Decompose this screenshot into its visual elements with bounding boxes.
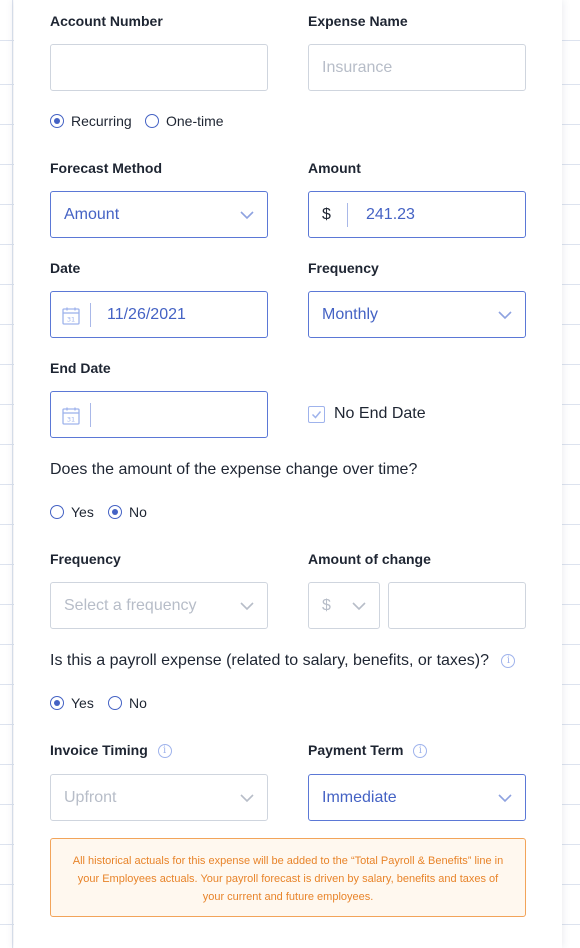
forecast-method-select[interactable]: Amount xyxy=(50,191,268,238)
radio-selected-icon xyxy=(50,696,64,710)
invoice-timing-select[interactable]: Upfront xyxy=(50,774,268,821)
invoice-timing-label: Invoice Timing i xyxy=(50,742,172,759)
radio-unselected-icon xyxy=(108,696,122,710)
change-frequency-label: Frequency xyxy=(50,551,121,567)
radio-selected-icon xyxy=(108,505,122,519)
svg-text:31: 31 xyxy=(67,316,75,324)
invoice-timing-label-text: Invoice Timing xyxy=(50,742,148,758)
expense-name-input[interactable]: Insurance xyxy=(308,44,526,91)
recurring-label: Recurring xyxy=(71,113,132,129)
onetime-radio[interactable]: One-time xyxy=(145,113,224,129)
change-yes-radio[interactable]: Yes xyxy=(50,504,94,520)
amount-value: 241.23 xyxy=(366,205,415,223)
date-value: 11/26/2021 xyxy=(107,305,186,323)
payroll-question-text: Is this a payroll expense (related to sa… xyxy=(50,652,490,669)
bg-col-line xyxy=(12,0,13,948)
amount-of-change-label: Amount of change xyxy=(308,551,431,567)
calendar-icon: 31 xyxy=(61,406,81,426)
invoice-timing-value: Upfront xyxy=(64,788,117,806)
info-icon[interactable]: i xyxy=(157,744,172,759)
end-date-input[interactable]: 31 xyxy=(50,391,268,438)
input-divider xyxy=(90,303,91,327)
forecast-method-label: Forecast Method xyxy=(50,160,163,176)
payroll-no-radio[interactable]: No xyxy=(108,695,147,711)
currency-symbol: $ xyxy=(322,205,331,223)
chevron-down-icon xyxy=(239,210,255,220)
chevron-down-icon xyxy=(497,793,513,803)
frequency-label: Frequency xyxy=(308,260,379,276)
input-divider xyxy=(347,203,348,227)
frequency-select[interactable]: Monthly xyxy=(308,291,526,338)
change-frequency-placeholder: Select a frequency xyxy=(64,596,197,614)
checkbox-checked-icon xyxy=(308,405,325,423)
chevron-down-icon xyxy=(239,793,255,803)
date-label: Date xyxy=(50,260,81,276)
no-end-date-label: No End Date xyxy=(334,405,426,422)
info-icon[interactable]: i xyxy=(413,744,428,759)
payroll-yes-radio[interactable]: Yes xyxy=(50,695,94,711)
no-end-date-checkbox[interactable]: No End Date xyxy=(308,405,426,423)
change-unit-select[interactable]: $ xyxy=(308,582,380,629)
calendar-icon: 31 xyxy=(61,306,81,326)
no-label: No xyxy=(129,504,147,520)
svg-text:31: 31 xyxy=(67,416,75,424)
payment-term-select[interactable]: Immediate xyxy=(308,774,526,821)
info-icon[interactable]: i xyxy=(501,653,516,668)
amount-input[interactable]: $ 241.23 xyxy=(308,191,526,238)
radio-selected-icon xyxy=(50,114,64,128)
change-no-radio[interactable]: No xyxy=(108,504,147,520)
yes-label: Yes xyxy=(71,695,94,711)
change-question: Does the amount of the expense change ov… xyxy=(50,461,418,478)
radio-unselected-icon xyxy=(145,114,159,128)
amount-label: Amount xyxy=(308,160,361,176)
payroll-notice: All historical actuals for this expense … xyxy=(50,838,526,917)
chevron-down-icon xyxy=(497,310,513,320)
input-divider xyxy=(90,403,91,427)
expense-form-panel: Account Number Expense Name Insurance Re… xyxy=(14,0,562,948)
recurring-radio[interactable]: Recurring xyxy=(50,113,132,129)
forecast-method-value: Amount xyxy=(64,205,120,223)
payment-term-label-text: Payment Term xyxy=(308,742,404,758)
amount-of-change-input[interactable] xyxy=(388,582,526,629)
onetime-label: One-time xyxy=(166,113,224,129)
radio-unselected-icon xyxy=(50,505,64,519)
change-frequency-select[interactable]: Select a frequency xyxy=(50,582,268,629)
payroll-question: Is this a payroll expense (related to sa… xyxy=(50,652,516,670)
payment-term-value: Immediate xyxy=(322,788,397,806)
account-number-input[interactable] xyxy=(50,44,268,91)
end-date-label: End Date xyxy=(50,360,111,376)
date-input[interactable]: 31 11/26/2021 xyxy=(50,291,268,338)
payment-term-label: Payment Term i xyxy=(308,742,428,759)
change-unit-value: $ xyxy=(322,596,331,614)
expense-name-label: Expense Name xyxy=(308,13,408,29)
account-number-label: Account Number xyxy=(50,13,163,29)
frequency-value: Monthly xyxy=(322,305,379,323)
no-label: No xyxy=(129,695,147,711)
chevron-down-icon xyxy=(239,601,255,611)
chevron-down-icon xyxy=(351,601,367,611)
yes-label: Yes xyxy=(71,504,94,520)
